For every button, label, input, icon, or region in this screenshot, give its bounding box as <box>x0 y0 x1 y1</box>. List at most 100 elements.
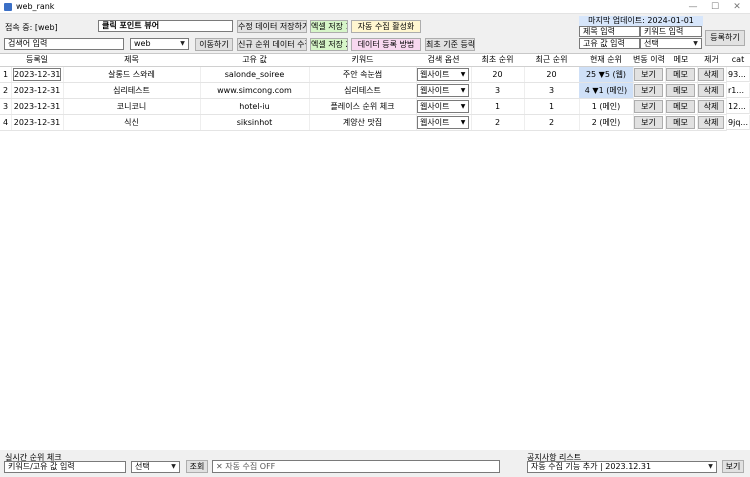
remove-cell: 삭제 <box>697 83 727 99</box>
unique-value-input[interactable]: 고유 값 입력 <box>579 38 640 49</box>
remove-cell: 삭제 <box>697 115 727 131</box>
first-rank-cell: 3 <box>471 83 525 99</box>
memo-cell: 메모 <box>665 67 698 83</box>
recent-rank-cell: 3 <box>524 83 580 99</box>
remove-cell: 삭제 <box>697 99 727 115</box>
memo-cell: 메모 <box>665 83 698 99</box>
title-cell: 살롱드 스와레 <box>63 67 201 83</box>
history-view-button[interactable]: 보기 <box>634 84 663 97</box>
app-icon <box>4 3 12 11</box>
site-select-value: web <box>134 39 151 48</box>
first-rank-cell: 2 <box>471 115 525 131</box>
goto-button[interactable]: 이동하기 <box>195 38 233 51</box>
chevron-down-icon: ▼ <box>693 40 698 47</box>
search-input[interactable]: 검색어 입력 <box>4 38 124 50</box>
excel-save-1-button[interactable]: 엑셀 저장 1 <box>310 20 348 33</box>
unique-cell: salonde_soiree <box>200 67 310 83</box>
keyword-input[interactable]: 키워드 입력 <box>640 26 702 37</box>
delete-button[interactable]: 삭제 <box>698 100 724 113</box>
keyword-cell: 계양산 맛집 <box>309 115 417 131</box>
history-cell: 보기 <box>633 99 666 115</box>
notice-view-button[interactable]: 보기 <box>722 460 744 473</box>
search-option-select[interactable]: 웹사이트 ▼ <box>417 116 469 129</box>
date-cell[interactable]: 2023-12-31 <box>11 83 64 99</box>
header-memo: 메모 <box>665 54 698 67</box>
title-bar: web_rank — ☐ ✕ <box>0 0 750 14</box>
remove-cell: 삭제 <box>697 67 727 83</box>
rank-table: 등록일 제목 고유 값 키워드 검색 옵션 최초 순위 최근 순위 현재 순위 … <box>0 53 750 450</box>
header-option: 검색 옵션 <box>416 54 472 67</box>
date-cell[interactable]: 2023-12-31 <box>11 115 64 131</box>
auto-collect-status: ✕ 자동 수집 OFF <box>212 460 500 473</box>
chevron-down-icon: ▼ <box>460 119 466 126</box>
history-view-button[interactable]: 보기 <box>634 116 663 129</box>
register-button[interactable]: 등록하기 <box>705 30 745 46</box>
title-cell: 식신 <box>63 115 201 131</box>
header-unique: 고유 값 <box>200 54 310 67</box>
notice-select-value: 자동 수집 기능 추가 | 2023.12.31 <box>531 462 652 471</box>
unique-cell: www.simcong.com <box>200 83 310 99</box>
title-input[interactable]: 제목 입력 <box>579 26 640 37</box>
realtime-keyword-input[interactable]: 키워드/고유 값 입력 <box>4 461 126 473</box>
keyword-cell: 주안 속눈썹 <box>309 67 417 83</box>
close-button[interactable]: ✕ <box>726 1 748 13</box>
auto-collect-button[interactable]: 자동 수집 활성화 <box>351 20 421 33</box>
memo-button[interactable]: 메모 <box>666 68 695 81</box>
current-rank-cell: 25 ▼5 (웹) <box>579 67 634 83</box>
current-rank-cell: 4 ▼1 (메인) <box>579 83 634 99</box>
delete-button[interactable]: 삭제 <box>698 116 724 129</box>
excel-save-2-button[interactable]: 엑셀 저장 2 <box>310 38 348 51</box>
date-cell[interactable]: 2023-12-31 <box>11 99 64 115</box>
chevron-down-icon: ▼ <box>171 463 176 470</box>
connection-status: 접속 중: [web] <box>5 23 58 32</box>
current-rank-cell: 1 (메인) <box>579 99 634 115</box>
option-cell: 웹사이트 ▼ <box>416 67 472 83</box>
cat-cell: r1... <box>726 83 750 98</box>
date-input[interactable]: 2023-12-31 <box>13 68 61 81</box>
history-view-button[interactable]: 보기 <box>634 68 663 81</box>
header-current-rank: 현재 순위 <box>579 54 634 67</box>
history-cell: 보기 <box>633 115 666 131</box>
first-rank-cell: 20 <box>471 67 525 83</box>
memo-button[interactable]: 메모 <box>666 116 695 129</box>
register-option-select[interactable]: 선택 ▼ <box>640 38 702 49</box>
minimize-button[interactable]: — <box>682 1 704 13</box>
viewer-title-field[interactable]: 클릭 포인트 뷰어 <box>98 20 233 32</box>
search-option-select[interactable]: 웹사이트 ▼ <box>417 84 469 97</box>
search-option-value: 웹사이트 <box>420 102 450 111</box>
chevron-down-icon: ▼ <box>180 40 185 47</box>
delete-button[interactable]: 삭제 <box>698 84 724 97</box>
search-option-select[interactable]: 웹사이트 ▼ <box>417 68 469 81</box>
delete-button[interactable]: 삭제 <box>698 68 724 81</box>
chevron-down-icon: ▼ <box>460 103 466 110</box>
history-view-button[interactable]: 보기 <box>634 100 663 113</box>
search-option-value: 웹사이트 <box>420 118 450 127</box>
maximize-button[interactable]: ☐ <box>704 1 726 13</box>
realtime-option-value: 선택 <box>135 462 150 471</box>
date-cell: 2023-12-31 <box>11 67 64 83</box>
register-option-value: 선택 <box>644 39 659 48</box>
memo-button[interactable]: 메모 <box>666 100 695 113</box>
keyword-cell: 심리테스트 <box>309 83 417 99</box>
new-rank-collect-button[interactable]: 신규 순위 데이터 수집 <box>237 38 307 51</box>
unique-cell: siksinhot <box>200 115 310 131</box>
search-option-select[interactable]: 웹사이트 ▼ <box>417 100 469 113</box>
save-modified-button[interactable]: 수정 데이터 저장하기 <box>237 20 307 33</box>
option-cell: 웹사이트 ▼ <box>416 115 472 131</box>
unique-cell: hotel-iu <box>200 99 310 115</box>
header-remove: 제거 <box>697 54 727 67</box>
current-rank-cell: 2 (메인) <box>579 115 634 131</box>
register-method-button[interactable]: 데이터 등록 방법 <box>351 38 421 51</box>
notice-select[interactable]: 자동 수집 기능 추가 | 2023.12.31 ▼ <box>527 461 717 473</box>
recent-rank-cell: 2 <box>524 115 580 131</box>
query-button[interactable]: 조회 <box>186 460 208 473</box>
option-cell: 웹사이트 ▼ <box>416 83 472 99</box>
memo-button[interactable]: 메모 <box>666 84 695 97</box>
option-cell: 웹사이트 ▼ <box>416 99 472 115</box>
history-cell: 보기 <box>633 83 666 99</box>
realtime-option-select[interactable]: 선택 ▼ <box>131 461 180 473</box>
site-select[interactable]: web ▼ <box>130 38 189 50</box>
title-cell: 심리테스트 <box>63 83 201 99</box>
cat-cell: 12... <box>726 99 750 114</box>
initial-order-button[interactable]: 최초 기준 등락폭 <box>425 38 475 51</box>
